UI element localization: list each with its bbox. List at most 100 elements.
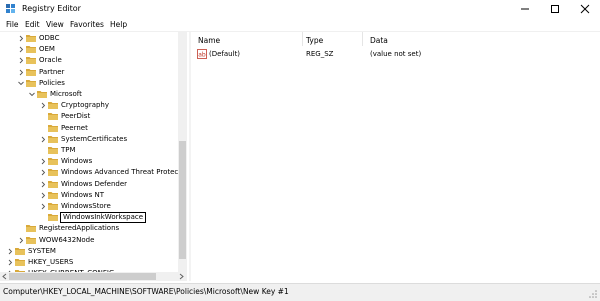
menu-file[interactable]: File [6, 20, 19, 29]
title-bar: Registry Editor [0, 0, 600, 19]
folder-icon [26, 225, 36, 233]
chevron-right-icon[interactable] [39, 100, 47, 111]
column-header-type[interactable]: Type [306, 36, 323, 45]
tree-item-label: HKEY_USERS [28, 258, 74, 266]
tree-item-label: Cryptography [61, 101, 110, 110]
registry-editor-window: Registry Editor File Edit View Favorites… [0, 0, 600, 301]
tree-item-label: PeerDist [61, 112, 91, 121]
value-type: REG_SZ [306, 50, 334, 58]
close-button[interactable] [570, 0, 600, 18]
folder-icon [48, 203, 58, 210]
folder-icon [48, 191, 58, 199]
values-pane[interactable]: Name Type Data ab (Default) REG_SZ (valu… [192, 32, 600, 281]
tree-item[interactable]: ODBC [0, 33, 178, 44]
menu-view[interactable]: View [46, 20, 64, 29]
tree-vertical-scroll-thumb[interactable] [179, 141, 186, 259]
folder-icon [26, 46, 36, 54]
tree-item-label: Policies [39, 78, 65, 87]
value-data: (value not set) [370, 50, 422, 58]
minimize-button[interactable] [510, 0, 540, 18]
chevron-right-icon[interactable] [6, 246, 14, 257]
tree-item[interactable]: WindowsInkWorkspace [0, 212, 178, 224]
tree-item[interactable]: PeerDist [0, 111, 178, 122]
column-header-data[interactable]: Data [370, 36, 388, 45]
tree-item[interactable]: TPM [0, 145, 178, 156]
tree-item-label: Windows NT [61, 190, 104, 199]
tree-item[interactable]: Windows [0, 156, 178, 167]
maximize-icon [551, 5, 559, 13]
tree-item-label: OEM [39, 45, 55, 54]
tree-vertical-scrollbar[interactable] [178, 32, 187, 272]
tree-item[interactable]: RegisteredApplications [0, 223, 178, 234]
tree-item-label: Peernet [61, 123, 88, 132]
column-header-name[interactable]: Name [198, 36, 220, 45]
folder-icon [48, 180, 58, 188]
chevron-right-icon[interactable] [6, 257, 14, 268]
tree-item[interactable]: HKEY_USERS [0, 257, 178, 268]
folder-icon [48, 102, 58, 110]
tree-horizontal-scroll-thumb[interactable] [9, 273, 156, 280]
scroll-right-arrow-icon[interactable] [178, 273, 185, 280]
chevron-right-icon[interactable] [17, 33, 25, 44]
registry-tree[interactable]: ODBC OEM Oracle Partner Policies Microsoft Cry… [0, 32, 178, 272]
folder-icon [26, 79, 36, 87]
chevron-right-icon[interactable] [17, 235, 25, 246]
tree-item[interactable]: WindowsStore [0, 201, 178, 212]
maximize-button[interactable] [540, 0, 570, 18]
tree-item[interactable]: Microsoft [0, 89, 178, 100]
menu-help[interactable]: Help [110, 20, 127, 29]
tree-item-label: Windows Defender [61, 179, 128, 188]
svg-text:ab: ab [198, 51, 206, 58]
minimize-icon [521, 8, 529, 10]
column-divider[interactable] [302, 32, 303, 46]
folder-icon [48, 124, 58, 132]
chevron-right-icon[interactable] [39, 134, 47, 145]
folder-icon [15, 247, 25, 255]
status-bar: Computer\HKEY_LOCAL_MACHINE\SOFTWARE\Pol… [0, 283, 600, 301]
tree-item-label: ODBC [39, 34, 60, 42]
chevron-right-icon[interactable] [17, 67, 25, 78]
value-row[interactable]: ab (Default) REG_SZ (value not set) [192, 49, 600, 60]
tree-item[interactable]: Policies [0, 78, 178, 89]
tree-item[interactable]: Windows Advanced Threat Protection [0, 167, 178, 178]
chevron-right-icon[interactable] [17, 44, 25, 55]
resize-grip-icon[interactable] [588, 289, 598, 299]
chevron-down-icon[interactable] [17, 78, 25, 89]
string-value-icon: ab [197, 49, 207, 59]
tree-item[interactable]: WOW6432Node [0, 235, 178, 246]
folder-icon [37, 91, 47, 98]
menu-bar: File Edit View Favorites Help [0, 18, 600, 32]
chevron-right-icon[interactable] [39, 156, 47, 167]
tree-item-label: Microsoft [50, 90, 82, 98]
scroll-left-arrow-icon[interactable] [1, 273, 8, 280]
chevron-right-icon[interactable] [17, 55, 25, 66]
menu-favorites[interactable]: Favorites [70, 20, 104, 29]
tree-item[interactable]: Windows Defender [0, 179, 178, 190]
menu-edit[interactable]: Edit [25, 20, 40, 29]
tree-item-label: Partner [39, 67, 65, 76]
chevron-right-icon[interactable] [39, 179, 47, 190]
value-name: (Default) [209, 50, 241, 58]
tree-item[interactable]: Windows NT [0, 190, 178, 201]
tree-item[interactable]: SystemCertificates [0, 134, 178, 145]
tree-item-label: WOW6432Node [39, 235, 95, 244]
tree-item[interactable]: Partner [0, 67, 178, 78]
tree-item[interactable]: SYSTEM [0, 246, 178, 257]
chevron-right-icon[interactable] [39, 190, 47, 201]
tree-item-label: TPM [61, 146, 76, 154]
tree-item[interactable]: OEM [0, 44, 178, 55]
tree-horizontal-scrollbar[interactable] [0, 272, 187, 281]
chevron-down-icon[interactable] [28, 89, 36, 100]
chevron-right-icon[interactable] [39, 167, 47, 178]
tree-item[interactable]: Cryptography [0, 100, 178, 111]
rename-key-input[interactable]: WindowsInkWorkspace [60, 212, 147, 224]
pane-splitter[interactable] [189, 32, 191, 281]
column-divider[interactable] [362, 32, 363, 46]
folder-icon [48, 147, 58, 154]
folder-icon [26, 35, 36, 42]
folder-icon [26, 236, 36, 244]
tree-item[interactable]: Peernet [0, 123, 178, 134]
tree-item-label: Windows [61, 157, 93, 166]
tree-item[interactable]: Oracle [0, 55, 178, 66]
chevron-right-icon[interactable] [39, 201, 47, 212]
